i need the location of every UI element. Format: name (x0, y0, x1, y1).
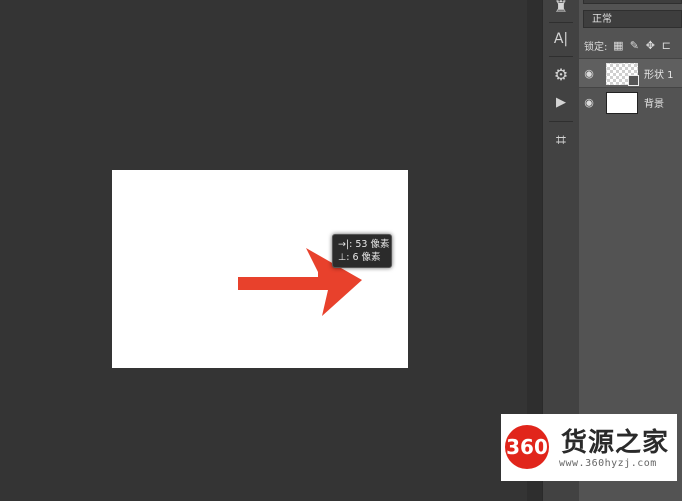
lock-row: 锁定: ▦ ✎ ✥ ⊏ (579, 36, 682, 54)
3d-object-icon[interactable]: ⚙ (543, 60, 579, 88)
document-workspace: →|: 53 像素 ⊥: 6 像素 (0, 0, 527, 501)
logo-url: www.360hyzj.com (559, 458, 657, 469)
tool-separator (549, 121, 573, 122)
layer-thumbnail (606, 91, 638, 114)
layer-row-shape-1[interactable]: ◉ 形状 1 (579, 58, 682, 88)
vector-mask-icon (628, 74, 639, 86)
lock-transparent-icon[interactable]: ▦ (611, 39, 625, 52)
layer-name: 背景 (644, 99, 664, 110)
measure-tooltip: →|: 53 像素 ⊥: 6 像素 (332, 234, 392, 268)
layer-row-background[interactable]: ◉ 背景 (579, 87, 682, 117)
lock-artboard-icon[interactable]: ⊏ (659, 39, 673, 52)
lock-pixels-icon[interactable]: ✎ (627, 39, 641, 52)
layer-thumbnail (606, 62, 639, 86)
stamp-icon[interactable]: ♜ (543, 0, 579, 20)
visibility-eye-icon[interactable]: ◉ (579, 96, 599, 109)
opacity-field[interactable] (583, 0, 682, 4)
layer-name: 形状 1 (644, 70, 674, 81)
tooltip-height: ⊥: 6 像素 (338, 252, 381, 263)
type-vertical-icon[interactable]: A| (543, 25, 579, 53)
lock-position-icon[interactable]: ✥ (643, 39, 657, 52)
tooltip-width: →|: 53 像素 (338, 239, 390, 250)
lock-label: 锁定: (584, 41, 608, 53)
tool-separator (549, 56, 573, 57)
watermark-logo: 360 货源之家 www.360hyzj.com (501, 414, 677, 481)
logo-badge: 360 (505, 425, 549, 469)
crop-icon[interactable]: ⌗ (543, 126, 579, 154)
visibility-eye-icon[interactable]: ◉ (579, 67, 599, 80)
tool-separator (549, 22, 573, 23)
play-icon[interactable]: ▶ (543, 88, 579, 116)
blend-mode-select[interactable]: 正常 (583, 10, 682, 28)
logo-title: 货源之家 (561, 428, 670, 458)
